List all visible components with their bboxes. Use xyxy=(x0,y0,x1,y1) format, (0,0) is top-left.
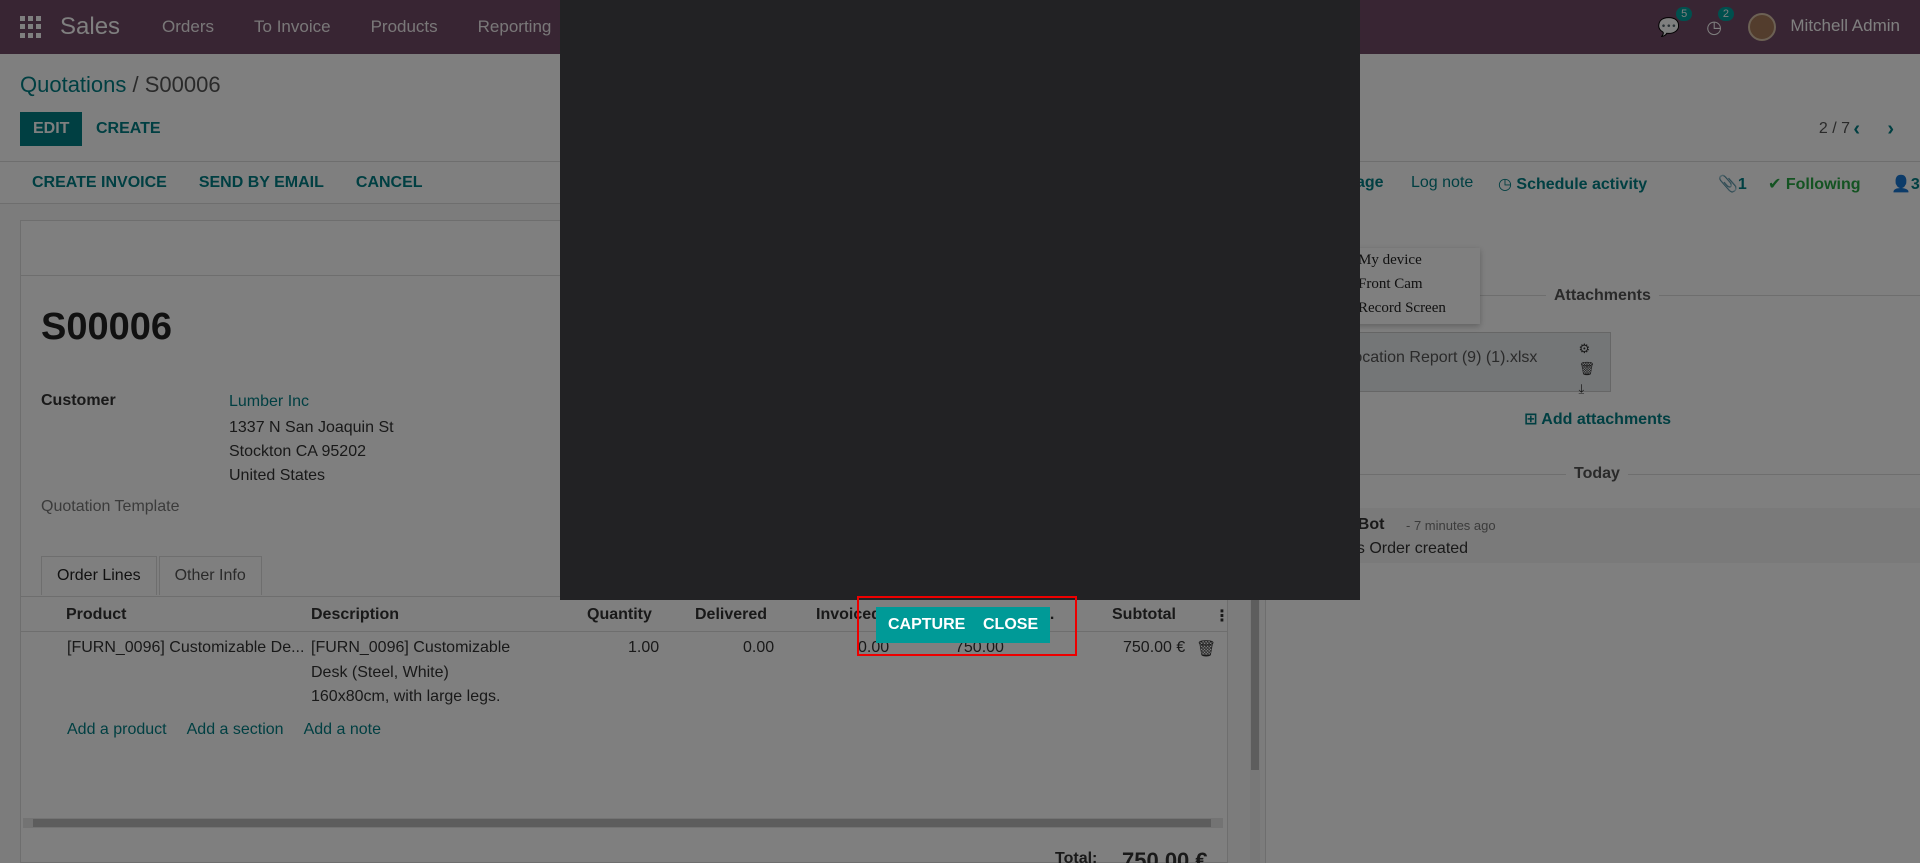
camera-preview xyxy=(560,0,1360,600)
highlight-box xyxy=(857,596,1077,656)
